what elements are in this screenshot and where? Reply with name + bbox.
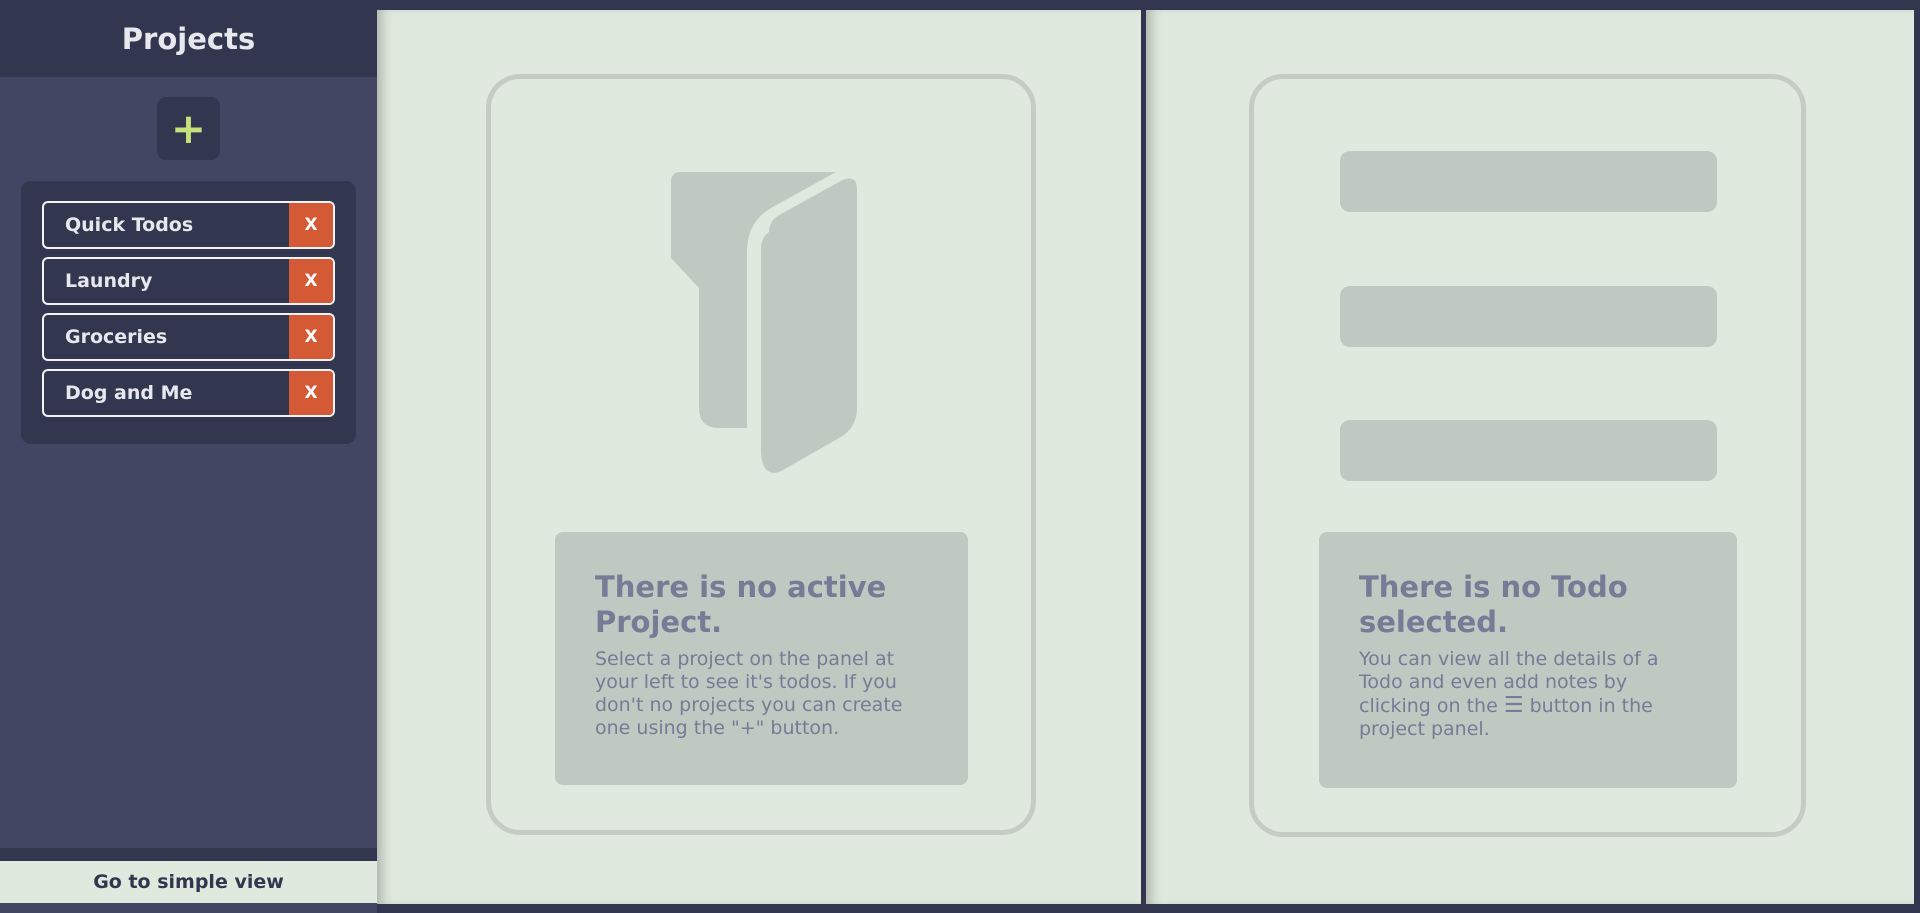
folder-icon <box>671 172 857 473</box>
project-item-dog-and-me[interactable]: Dog and Me X <box>42 369 335 417</box>
delete-project-button[interactable]: X <box>289 371 333 415</box>
sidebar-title: Projects <box>121 21 256 56</box>
go-to-simple-view-link[interactable]: Go to simple view <box>0 861 377 903</box>
todo-placeholder-bar <box>1340 151 1717 212</box>
project-item-groceries[interactable]: Groceries X <box>42 313 335 361</box>
no-active-project-message: There is no active Project. Select a pro… <box>555 532 968 785</box>
todo-panel: There is no Todo selected. You can view … <box>1146 10 1914 904</box>
project-label: Quick Todos <box>65 214 194 236</box>
message-title: There is no active Project. <box>595 570 887 639</box>
message-body: Select a project on the panel at your le… <box>595 648 903 739</box>
project-panel: There is no active Project. Select a pro… <box>377 10 1141 904</box>
message-body: You can view all the details of a Todo a… <box>1359 648 1697 741</box>
sidebar-footer-divider <box>0 848 377 861</box>
todo-placeholder-bar <box>1340 286 1717 347</box>
add-project-button[interactable]: + <box>157 97 220 160</box>
project-label: Dog and Me <box>65 382 193 404</box>
project-item-quick-todos[interactable]: Quick Todos X <box>42 201 335 249</box>
project-list: Quick Todos X Laundry X Groceries X Dog … <box>21 181 356 444</box>
app-root: Projects + Quick Todos X Laundry X Groce… <box>0 0 1920 913</box>
project-item-laundry[interactable]: Laundry X <box>42 257 335 305</box>
todo-placeholder-bar <box>1340 420 1717 481</box>
message-title: There is no Todo selected. <box>1359 570 1628 639</box>
no-todo-selected-message: There is no Todo selected. You can view … <box>1319 532 1737 788</box>
menu-icon: ☰ <box>1503 693 1524 718</box>
sidebar-header: Projects <box>0 0 377 77</box>
projects-sidebar: Projects + Quick Todos X Laundry X Groce… <box>0 0 377 913</box>
delete-project-button[interactable]: X <box>289 203 333 247</box>
project-label: Laundry <box>65 270 153 292</box>
delete-project-button[interactable]: X <box>289 259 333 303</box>
delete-project-button[interactable]: X <box>289 315 333 359</box>
project-label: Groceries <box>65 326 168 348</box>
